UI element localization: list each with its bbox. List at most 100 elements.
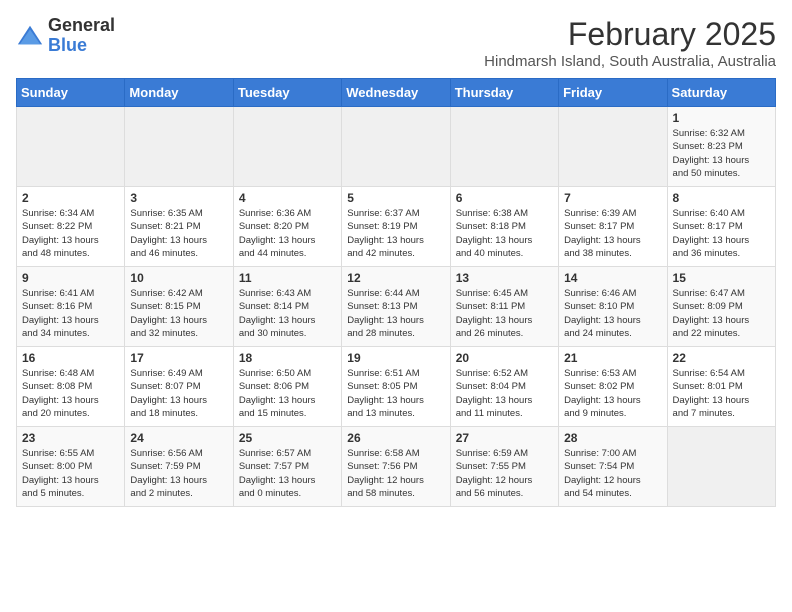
calendar-week-row: 1 Sunrise: 6:32 AM Sunset: 8:23 PM Daylig… xyxy=(17,107,776,187)
day-info: Sunrise: 6:41 AM Sunset: 8:16 PM Dayligh… xyxy=(22,287,119,340)
day-info: Sunrise: 6:32 AM Sunset: 8:23 PM Dayligh… xyxy=(673,127,770,180)
day-info: Sunrise: 6:36 AM Sunset: 8:20 PM Dayligh… xyxy=(239,207,336,260)
day-number: 28 xyxy=(564,431,661,445)
day-info: Sunrise: 6:54 AM Sunset: 8:01 PM Dayligh… xyxy=(673,367,770,420)
day-number: 2 xyxy=(22,191,119,205)
weekday-header-sunday: Sunday xyxy=(17,79,125,107)
day-info: Sunrise: 6:55 AM Sunset: 8:00 PM Dayligh… xyxy=(22,447,119,500)
calendar-cell: 12Sunrise: 6:44 AM Sunset: 8:13 PM Dayli… xyxy=(342,267,450,347)
day-number: 1 xyxy=(673,111,770,125)
day-number: 16 xyxy=(22,351,119,365)
day-info: Sunrise: 6:46 AM Sunset: 8:10 PM Dayligh… xyxy=(564,287,661,340)
day-info: Sunrise: 6:51 AM Sunset: 8:05 PM Dayligh… xyxy=(347,367,444,420)
calendar-cell: 24 Sunrise: 6:56 AM Sunset: 7:59 PM Dayli… xyxy=(125,427,233,507)
day-number: 26 xyxy=(347,431,444,445)
day-info: Sunrise: 6:56 AM Sunset: 7:59 PM Dayligh… xyxy=(130,447,227,500)
calendar-cell: 26 Sunrise: 6:58 AM Sunset: 7:56 PM Dayli… xyxy=(342,427,450,507)
logo-icon xyxy=(16,22,44,50)
calendar-cell: 10Sunrise: 6:42 AM Sunset: 8:15 PM Dayli… xyxy=(125,267,233,347)
calendar-cell: 9 Sunrise: 6:41 AM Sunset: 8:16 PM Daylig… xyxy=(17,267,125,347)
calendar-cell: 2 Sunrise: 6:34 AM Sunset: 8:22 PM Daylig… xyxy=(17,187,125,267)
day-info: Sunrise: 6:58 AM Sunset: 7:56 PM Dayligh… xyxy=(347,447,444,500)
day-number: 24 xyxy=(130,431,227,445)
calendar-cell xyxy=(125,107,233,187)
calendar-cell xyxy=(17,107,125,187)
day-number: 19 xyxy=(347,351,444,365)
day-info: Sunrise: 6:34 AM Sunset: 8:22 PM Dayligh… xyxy=(22,207,119,260)
day-number: 13 xyxy=(456,271,553,285)
calendar-table: SundayMondayTuesdayWednesdayThursdayFrid… xyxy=(16,78,776,507)
day-info: Sunrise: 6:39 AM Sunset: 8:17 PM Dayligh… xyxy=(564,207,661,260)
day-number: 8 xyxy=(673,191,770,205)
logo-blue-text: Blue xyxy=(48,36,115,56)
day-info: Sunrise: 6:53 AM Sunset: 8:02 PM Dayligh… xyxy=(564,367,661,420)
calendar-cell: 17 Sunrise: 6:49 AM Sunset: 8:07 PM Dayli… xyxy=(125,347,233,427)
day-info: Sunrise: 6:45 AM Sunset: 8:11 PM Dayligh… xyxy=(456,287,553,340)
location-title: Hindmarsh Island, South Australia, Austr… xyxy=(484,53,776,70)
title-block: February 2025 Hindmarsh Island, South Au… xyxy=(484,16,776,70)
weekday-header-friday: Friday xyxy=(559,79,667,107)
day-number: 7 xyxy=(564,191,661,205)
page-header: General Blue February 2025 Hindmarsh Isl… xyxy=(16,16,776,70)
day-number: 22 xyxy=(673,351,770,365)
day-number: 21 xyxy=(564,351,661,365)
calendar-cell: 4 Sunrise: 6:36 AM Sunset: 8:20 PM Daylig… xyxy=(233,187,341,267)
calendar-week-row: 23 Sunrise: 6:55 AM Sunset: 8:00 PM Dayli… xyxy=(17,427,776,507)
day-info: Sunrise: 6:37 AM Sunset: 8:19 PM Dayligh… xyxy=(347,207,444,260)
weekday-header-monday: Monday xyxy=(125,79,233,107)
day-number: 3 xyxy=(130,191,227,205)
day-info: Sunrise: 6:48 AM Sunset: 8:08 PM Dayligh… xyxy=(22,367,119,420)
calendar-cell: 13 Sunrise: 6:45 AM Sunset: 8:11 PM Dayli… xyxy=(450,267,558,347)
calendar-cell xyxy=(233,107,341,187)
calendar-cell: 3 Sunrise: 6:35 AM Sunset: 8:21 PM Daylig… xyxy=(125,187,233,267)
day-number: 23 xyxy=(22,431,119,445)
day-info: Sunrise: 6:59 AM Sunset: 7:55 PM Dayligh… xyxy=(456,447,553,500)
day-number: 14 xyxy=(564,271,661,285)
day-info: Sunrise: 6:47 AM Sunset: 8:09 PM Dayligh… xyxy=(673,287,770,340)
calendar-cell: 18Sunrise: 6:50 AM Sunset: 8:06 PM Dayli… xyxy=(233,347,341,427)
day-number: 27 xyxy=(456,431,553,445)
weekday-header-row: SundayMondayTuesdayWednesdayThursdayFrid… xyxy=(17,79,776,107)
day-number: 10 xyxy=(130,271,227,285)
weekday-header-saturday: Saturday xyxy=(667,79,775,107)
calendar-cell: 6Sunrise: 6:38 AM Sunset: 8:18 PM Daylig… xyxy=(450,187,558,267)
calendar-week-row: 2 Sunrise: 6:34 AM Sunset: 8:22 PM Daylig… xyxy=(17,187,776,267)
weekday-header-tuesday: Tuesday xyxy=(233,79,341,107)
calendar-cell xyxy=(342,107,450,187)
calendar-cell: 23 Sunrise: 6:55 AM Sunset: 8:00 PM Dayli… xyxy=(17,427,125,507)
day-info: Sunrise: 6:43 AM Sunset: 8:14 PM Dayligh… xyxy=(239,287,336,340)
calendar-cell: 27 Sunrise: 6:59 AM Sunset: 7:55 PM Dayli… xyxy=(450,427,558,507)
calendar-cell: 16 Sunrise: 6:48 AM Sunset: 8:08 PM Dayli… xyxy=(17,347,125,427)
day-number: 20 xyxy=(456,351,553,365)
calendar-cell: 5 Sunrise: 6:37 AM Sunset: 8:19 PM Daylig… xyxy=(342,187,450,267)
calendar-cell: 21 Sunrise: 6:53 AM Sunset: 8:02 PM Dayli… xyxy=(559,347,667,427)
logo: General Blue xyxy=(16,16,115,56)
day-number: 17 xyxy=(130,351,227,365)
calendar-cell: 1 Sunrise: 6:32 AM Sunset: 8:23 PM Daylig… xyxy=(667,107,775,187)
calendar-cell xyxy=(667,427,775,507)
day-info: Sunrise: 6:35 AM Sunset: 8:21 PM Dayligh… xyxy=(130,207,227,260)
day-number: 12 xyxy=(347,271,444,285)
day-number: 5 xyxy=(347,191,444,205)
calendar-cell: 7 Sunrise: 6:39 AM Sunset: 8:17 PM Daylig… xyxy=(559,187,667,267)
calendar-cell: 14 Sunrise: 6:46 AM Sunset: 8:10 PM Dayli… xyxy=(559,267,667,347)
weekday-header-wednesday: Wednesday xyxy=(342,79,450,107)
calendar-cell: 22 Sunrise: 6:54 AM Sunset: 8:01 PM Dayli… xyxy=(667,347,775,427)
calendar-cell: 25Sunrise: 6:57 AM Sunset: 7:57 PM Dayli… xyxy=(233,427,341,507)
day-number: 9 xyxy=(22,271,119,285)
calendar-cell xyxy=(559,107,667,187)
day-number: 18 xyxy=(239,351,336,365)
weekday-header-thursday: Thursday xyxy=(450,79,558,107)
day-info: Sunrise: 6:57 AM Sunset: 7:57 PM Dayligh… xyxy=(239,447,336,500)
day-number: 11 xyxy=(239,271,336,285)
day-info: Sunrise: 7:00 AM Sunset: 7:54 PM Dayligh… xyxy=(564,447,661,500)
calendar-cell: 28 Sunrise: 7:00 AM Sunset: 7:54 PM Dayli… xyxy=(559,427,667,507)
calendar-week-row: 16 Sunrise: 6:48 AM Sunset: 8:08 PM Dayli… xyxy=(17,347,776,427)
day-info: Sunrise: 6:40 AM Sunset: 8:17 PM Dayligh… xyxy=(673,207,770,260)
calendar-cell: 11 Sunrise: 6:43 AM Sunset: 8:14 PM Dayli… xyxy=(233,267,341,347)
month-title: February 2025 xyxy=(484,16,776,53)
day-info: Sunrise: 6:52 AM Sunset: 8:04 PM Dayligh… xyxy=(456,367,553,420)
day-info: Sunrise: 6:38 AM Sunset: 8:18 PM Dayligh… xyxy=(456,207,553,260)
day-info: Sunrise: 6:49 AM Sunset: 8:07 PM Dayligh… xyxy=(130,367,227,420)
day-number: 4 xyxy=(239,191,336,205)
